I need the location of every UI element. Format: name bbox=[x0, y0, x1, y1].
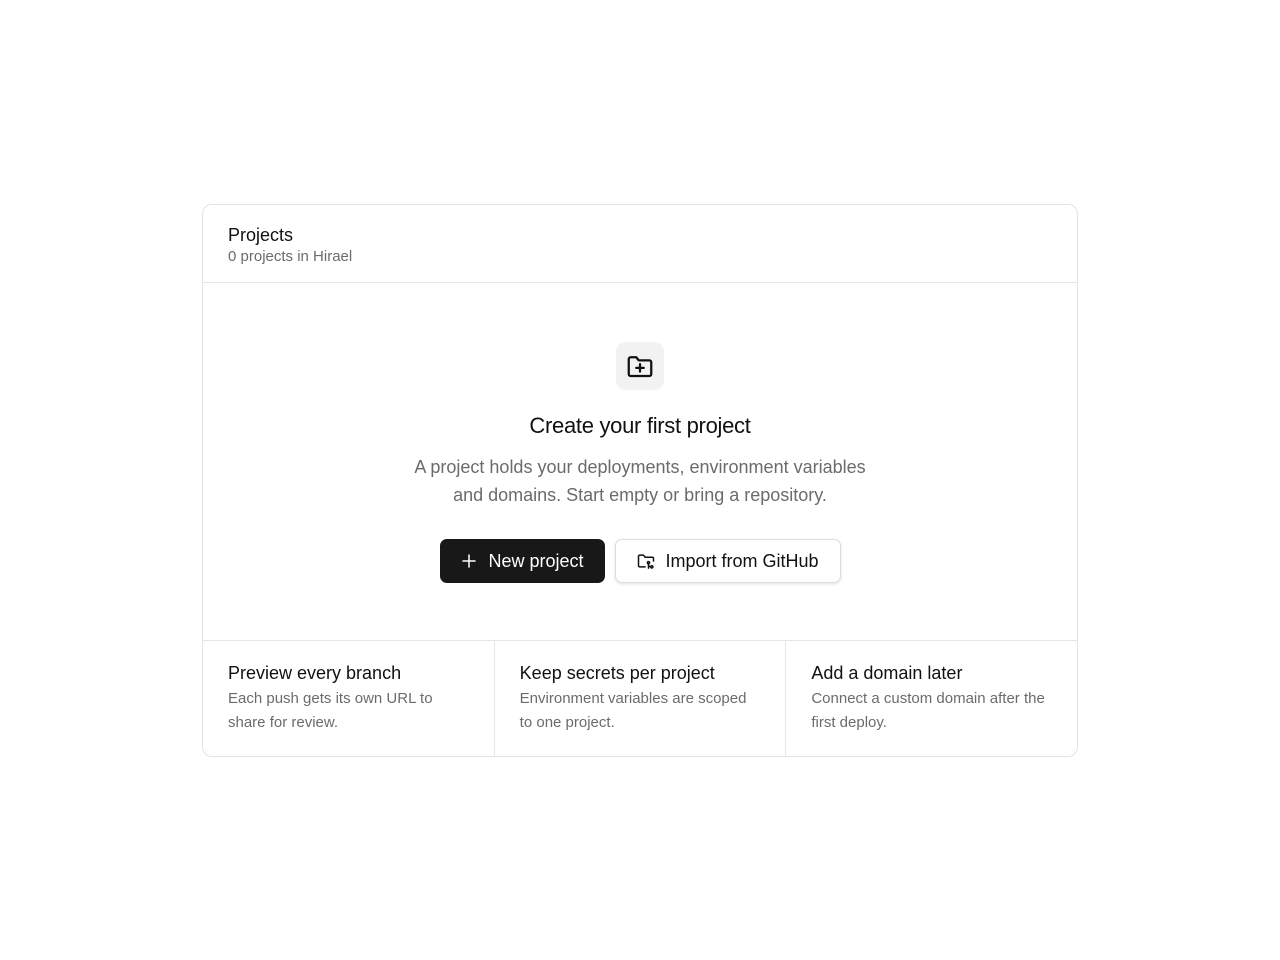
feature-secrets: Keep secrets per project Environment var… bbox=[495, 641, 787, 756]
feature-domain: Add a domain later Connect a custom doma… bbox=[786, 641, 1077, 756]
empty-state-description: A project holds your deployments, enviro… bbox=[414, 457, 866, 505]
import-github-button[interactable]: Import from GitHub bbox=[614, 539, 841, 583]
feature-preview-branch: Preview every branch Each push gets its … bbox=[203, 641, 495, 756]
new-project-button[interactable]: New project bbox=[439, 539, 605, 583]
feature-description: Connect a custom domain after the first … bbox=[811, 690, 1045, 731]
folder-git-icon bbox=[636, 551, 656, 571]
feature-description: Environment variables are scoped to one … bbox=[519, 690, 747, 731]
folder-plus-icon bbox=[616, 342, 664, 390]
feature-description: Each push gets its own URL to share for … bbox=[228, 690, 433, 731]
features-row: Preview every branch Each push gets its … bbox=[203, 641, 1077, 756]
feature-title: Keep secrets per project bbox=[519, 663, 715, 683]
project-count: 0 projects in Hirael bbox=[228, 248, 353, 265]
card-header: Projects 0 projects in Hirael bbox=[203, 205, 1077, 283]
empty-state: Create your first project A project hold… bbox=[203, 283, 1077, 641]
feature-title: Add a domain later bbox=[811, 663, 963, 683]
empty-state-actions: New project Import from GitHub bbox=[203, 539, 1077, 583]
new-project-label: New project bbox=[488, 550, 584, 571]
page-title: Projects bbox=[228, 225, 294, 245]
empty-state-title: Create your first project bbox=[529, 413, 751, 438]
plus-icon bbox=[459, 551, 479, 571]
feature-title: Preview every branch bbox=[228, 663, 402, 683]
import-github-label: Import from GitHub bbox=[665, 550, 819, 571]
projects-card: Projects 0 projects in Hirael Create you… bbox=[202, 204, 1078, 757]
